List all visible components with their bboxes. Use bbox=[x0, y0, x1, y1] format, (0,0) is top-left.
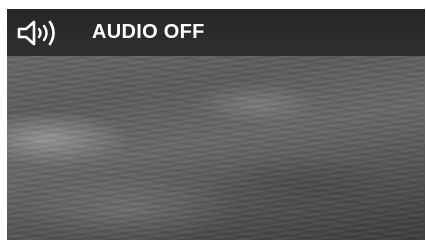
audio-status-bar: AUDIO OFF bbox=[7, 9, 425, 56]
video-screen: AUDIO OFF bbox=[7, 9, 425, 240]
speaker-icon bbox=[17, 20, 55, 45]
audio-status-label: AUDIO OFF bbox=[92, 21, 205, 43]
